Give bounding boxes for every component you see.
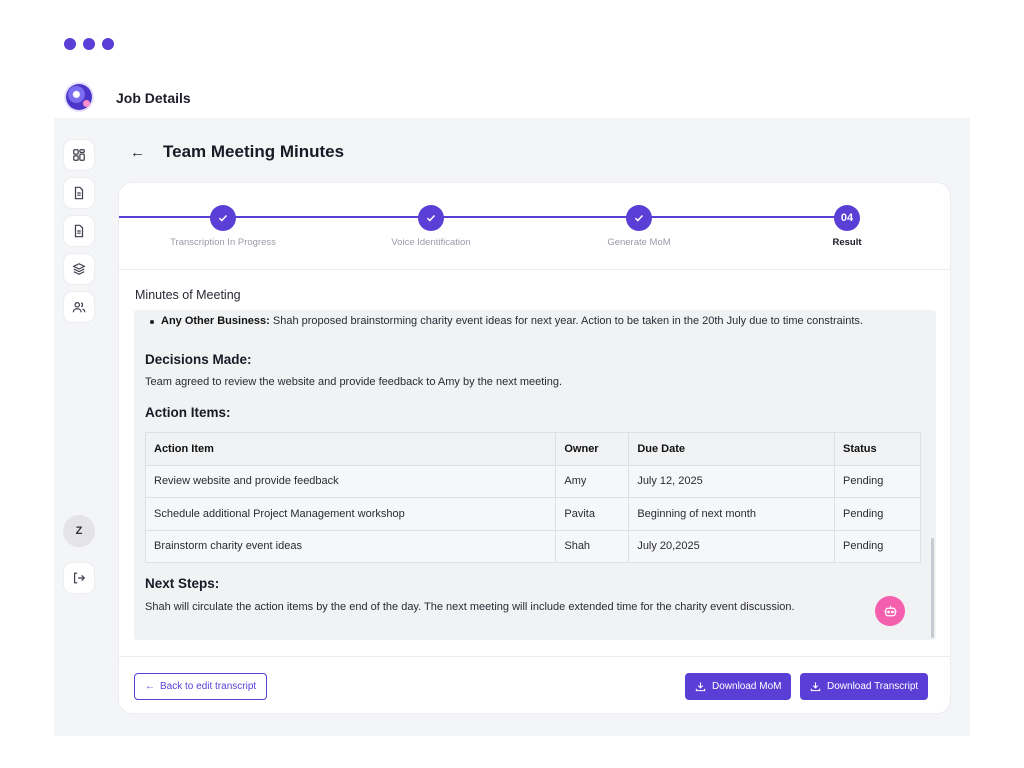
sidebar — [63, 139, 95, 323]
chatbot-icon — [883, 605, 897, 616]
table-cell: Shah — [555, 529, 630, 563]
chatbot-button[interactable] — [875, 596, 905, 626]
table-cell: Pending — [834, 464, 921, 498]
window-dot — [83, 38, 95, 50]
table-row: Schedule additional Project Management w… — [144, 497, 921, 531]
table-cell: Beginning of next month — [628, 497, 836, 531]
action-items-table: Action Item Owner Due Date Status Review… — [144, 432, 921, 563]
sidebar-item-documents[interactable] — [63, 177, 95, 209]
users-icon — [72, 302, 86, 313]
column-header: Owner — [555, 432, 630, 466]
download-transcript-button[interactable]: Download Transcript — [800, 673, 929, 700]
decisions-heading: Decisions Made: — [145, 352, 252, 367]
button-label: Download Transcript — [827, 681, 919, 692]
step-transcription: Transcription In Progress — [143, 205, 303, 248]
next-steps-heading: Next Steps: — [145, 576, 220, 591]
table-row: Brainstorm charity event ideas Shah July… — [144, 529, 921, 563]
dashboard-icon — [73, 149, 85, 161]
document-icon — [74, 186, 84, 200]
window-dots — [64, 38, 114, 50]
progress-stepper: Transcription In Progress Voice Identifi… — [119, 183, 950, 270]
step-label: Generate MoM — [607, 237, 671, 248]
table-cell: Schedule additional Project Management w… — [144, 497, 557, 531]
button-label: Download MoM — [712, 681, 782, 692]
step-number: 04 — [834, 205, 860, 231]
table-cell: July 20,2025 — [628, 529, 836, 563]
aob-text: Shah proposed brainstorming charity even… — [269, 315, 863, 327]
next-steps-text: Shah will circulate the action items by … — [145, 601, 795, 613]
section-label: Minutes of Meeting — [135, 288, 241, 302]
check-icon — [418, 205, 444, 231]
sidebar-item-jobs[interactable] — [63, 215, 95, 247]
document-icon — [74, 224, 84, 238]
top-bar: Job Details — [66, 84, 191, 110]
table-cell: July 12, 2025 — [628, 464, 836, 498]
step-label: Voice Identification — [391, 237, 471, 248]
table-cell: Review website and provide feedback — [144, 464, 557, 498]
page-header: ← Team Meeting Minutes — [130, 142, 344, 162]
table-row: Review website and provide feedback Amy … — [144, 464, 921, 498]
step-result: 04 Result — [767, 205, 927, 248]
sidebar-item-layers[interactable] — [63, 253, 95, 285]
card-footer: ← Back to edit transcript Download MoM D… — [119, 656, 950, 713]
decisions-text: Team agreed to review the website and pr… — [145, 376, 563, 388]
table-cell: Brainstorm charity event ideas — [144, 529, 557, 563]
aob-item: Any Other Business: Shah proposed brains… — [161, 315, 863, 327]
layers-icon — [72, 263, 86, 275]
minutes-panel[interactable]: Any Other Business: Shah proposed brains… — [134, 310, 936, 640]
arrow-left-icon: ← — [145, 681, 155, 692]
avatar[interactable]: Z — [63, 515, 95, 547]
sidebar-item-users[interactable] — [63, 291, 95, 323]
step-label: Transcription In Progress — [170, 237, 276, 248]
download-mom-button[interactable]: Download MoM — [685, 673, 792, 700]
table-cell: Pending — [834, 529, 921, 563]
column-header: Due Date — [628, 432, 836, 466]
check-icon — [626, 205, 652, 231]
sidebar-item-dashboard[interactable] — [63, 139, 95, 171]
aob-label: Any Other Business: — [161, 315, 270, 327]
column-header: Status — [834, 432, 921, 466]
window-dot — [64, 38, 76, 50]
scrollbar[interactable] — [931, 538, 934, 638]
job-card: Transcription In Progress Voice Identifi… — [118, 182, 951, 714]
step-voice-identification: Voice Identification — [351, 205, 511, 248]
app-title: Job Details — [116, 90, 191, 106]
bullet-icon — [150, 320, 154, 324]
app-logo[interactable] — [66, 84, 92, 110]
check-icon — [210, 205, 236, 231]
window-dot — [102, 38, 114, 50]
table-cell: Pending — [834, 497, 921, 531]
table-header-row: Action Item Owner Due Date Status — [144, 432, 921, 466]
logout-icon — [74, 572, 86, 584]
download-icon — [810, 682, 821, 692]
action-items-heading: Action Items: — [145, 405, 231, 420]
logout-button[interactable] — [63, 562, 95, 594]
table-cell: Amy — [555, 464, 630, 498]
download-icon — [695, 682, 706, 692]
back-to-edit-transcript-button[interactable]: ← Back to edit transcript — [134, 673, 268, 700]
back-arrow-icon[interactable]: ← — [130, 144, 145, 161]
step-generate-mom: Generate MoM — [559, 205, 719, 248]
page-title: Team Meeting Minutes — [163, 142, 345, 161]
step-label: Result — [832, 237, 862, 248]
button-label: Back to edit transcript — [160, 681, 257, 692]
workspace: Z ← Team Meeting Minutes Transcription I… — [54, 118, 970, 736]
table-cell: Pavita — [555, 497, 630, 531]
column-header: Action Item — [144, 432, 557, 466]
